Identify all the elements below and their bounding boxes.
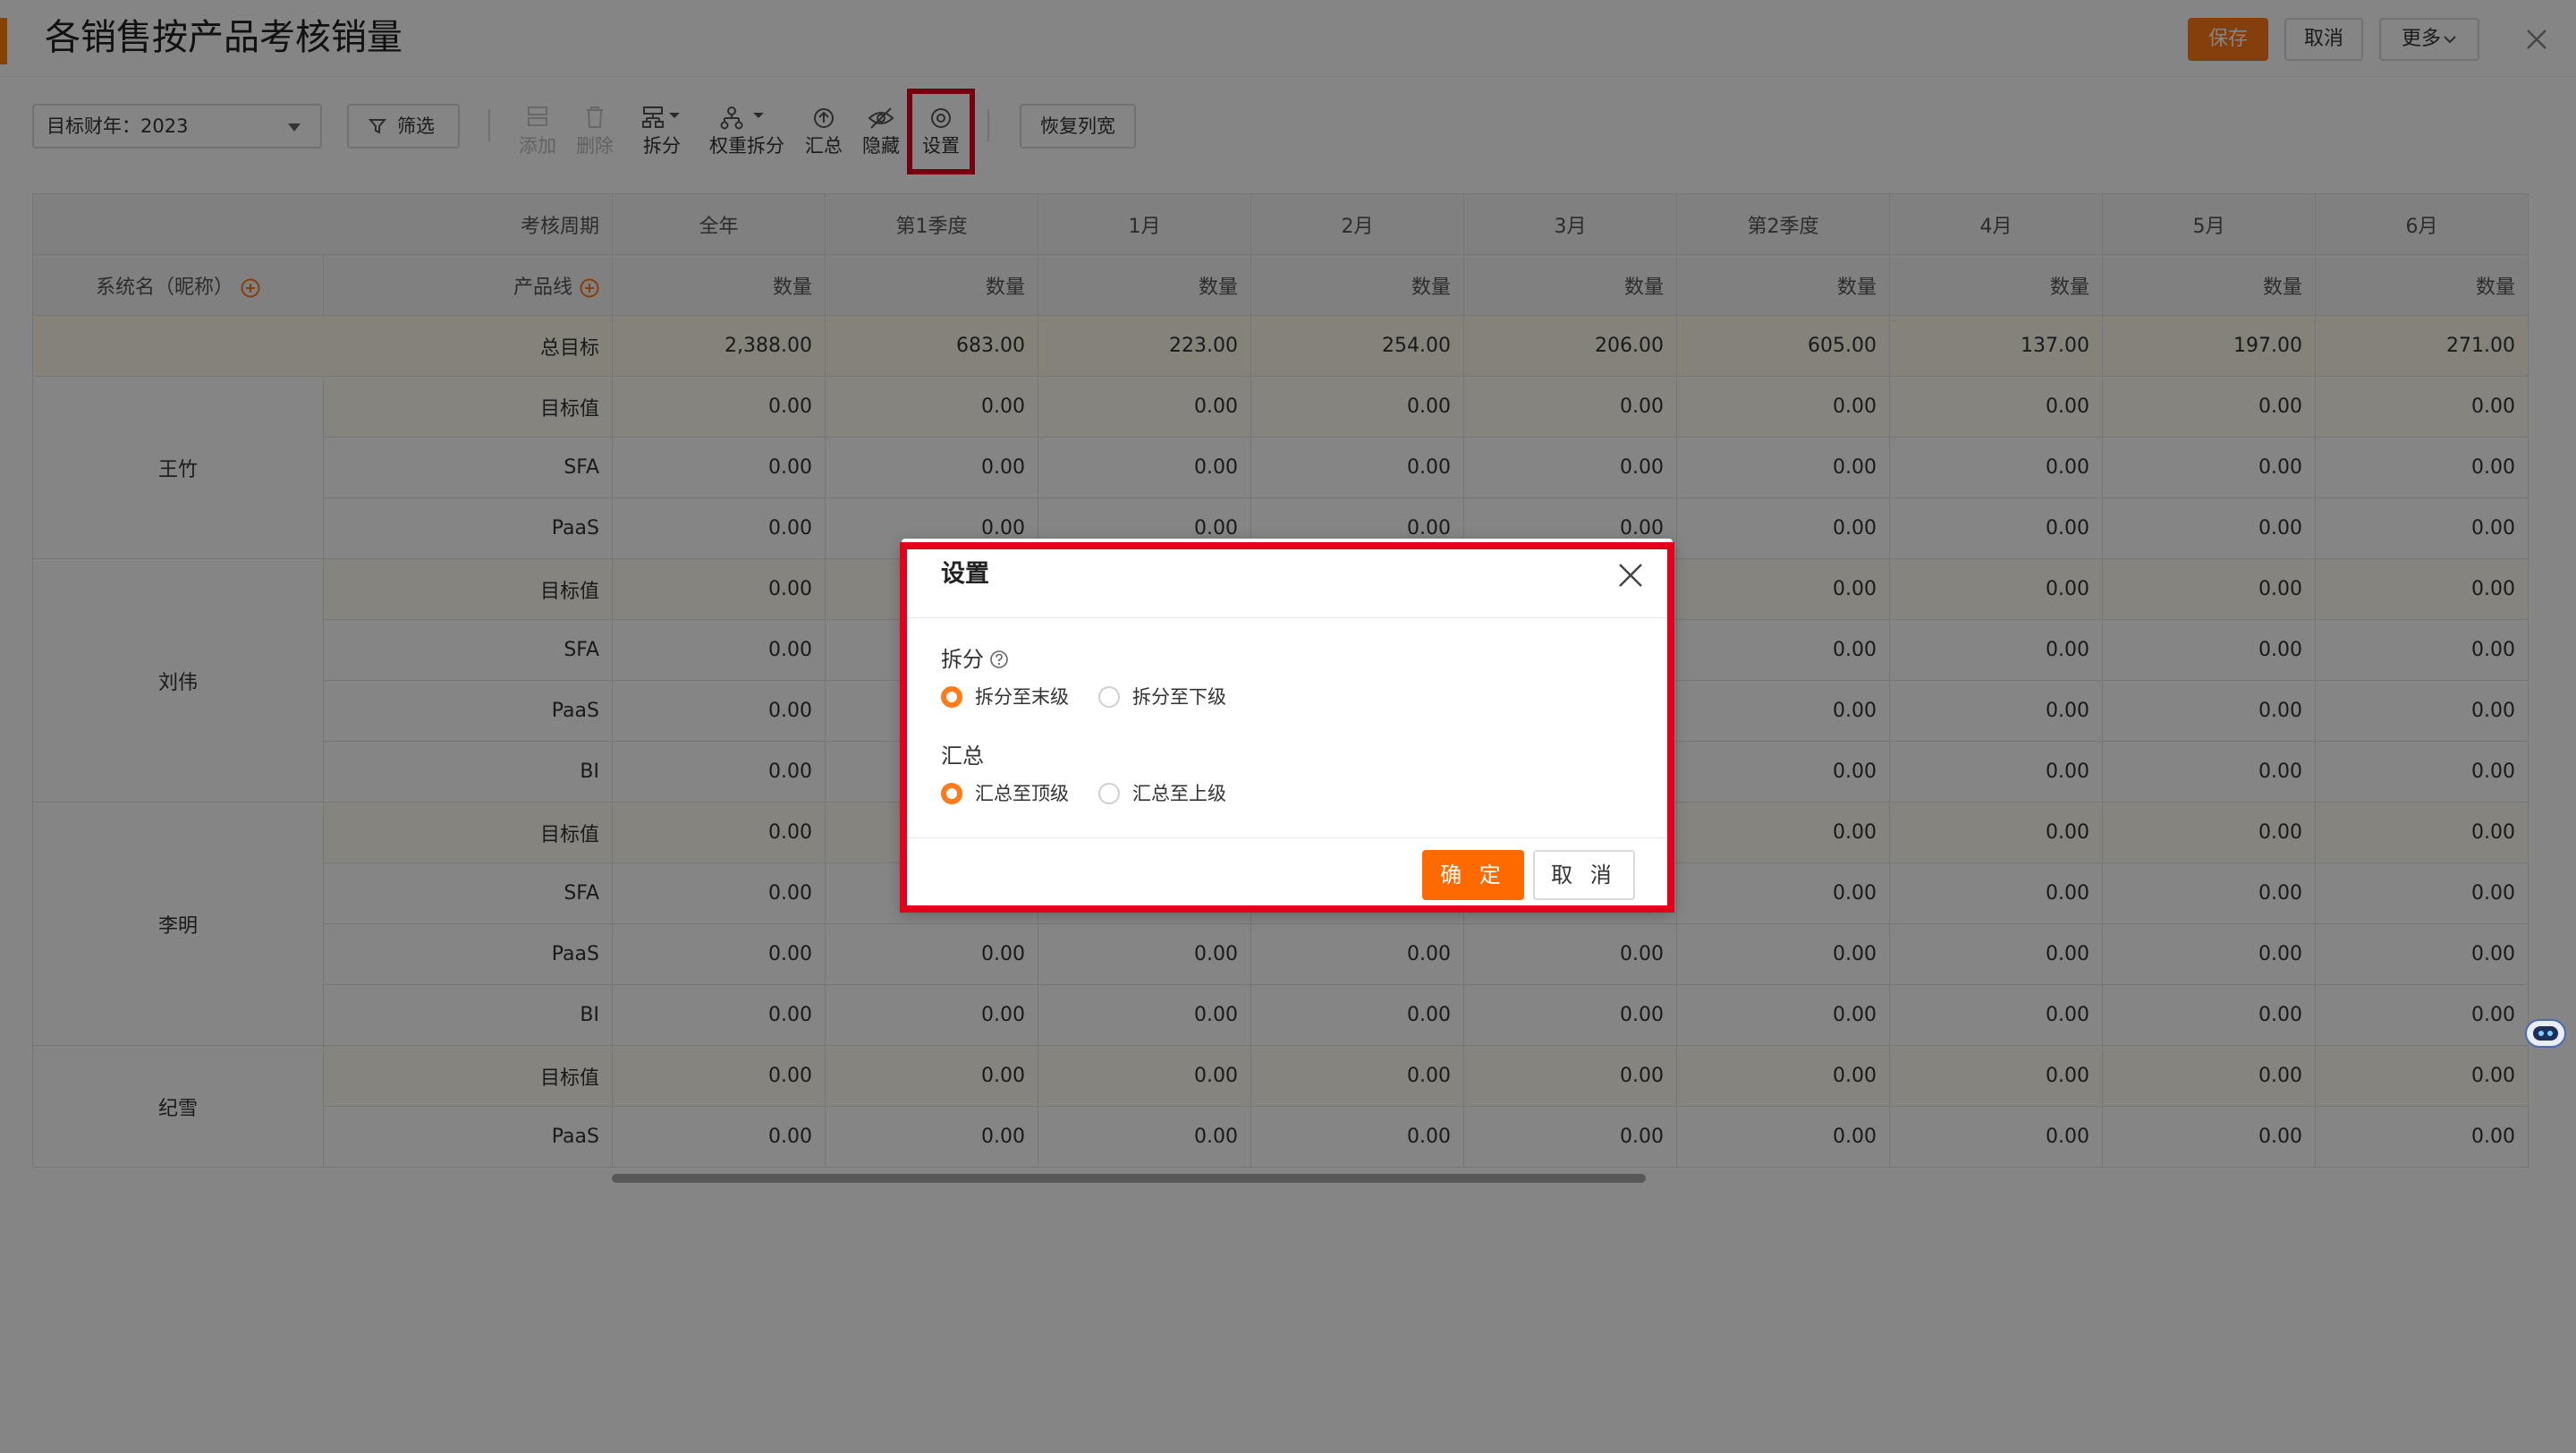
dialog-highlight-box — [900, 542, 1674, 913]
assistant-robot-icon[interactable] — [2522, 1015, 2572, 1054]
